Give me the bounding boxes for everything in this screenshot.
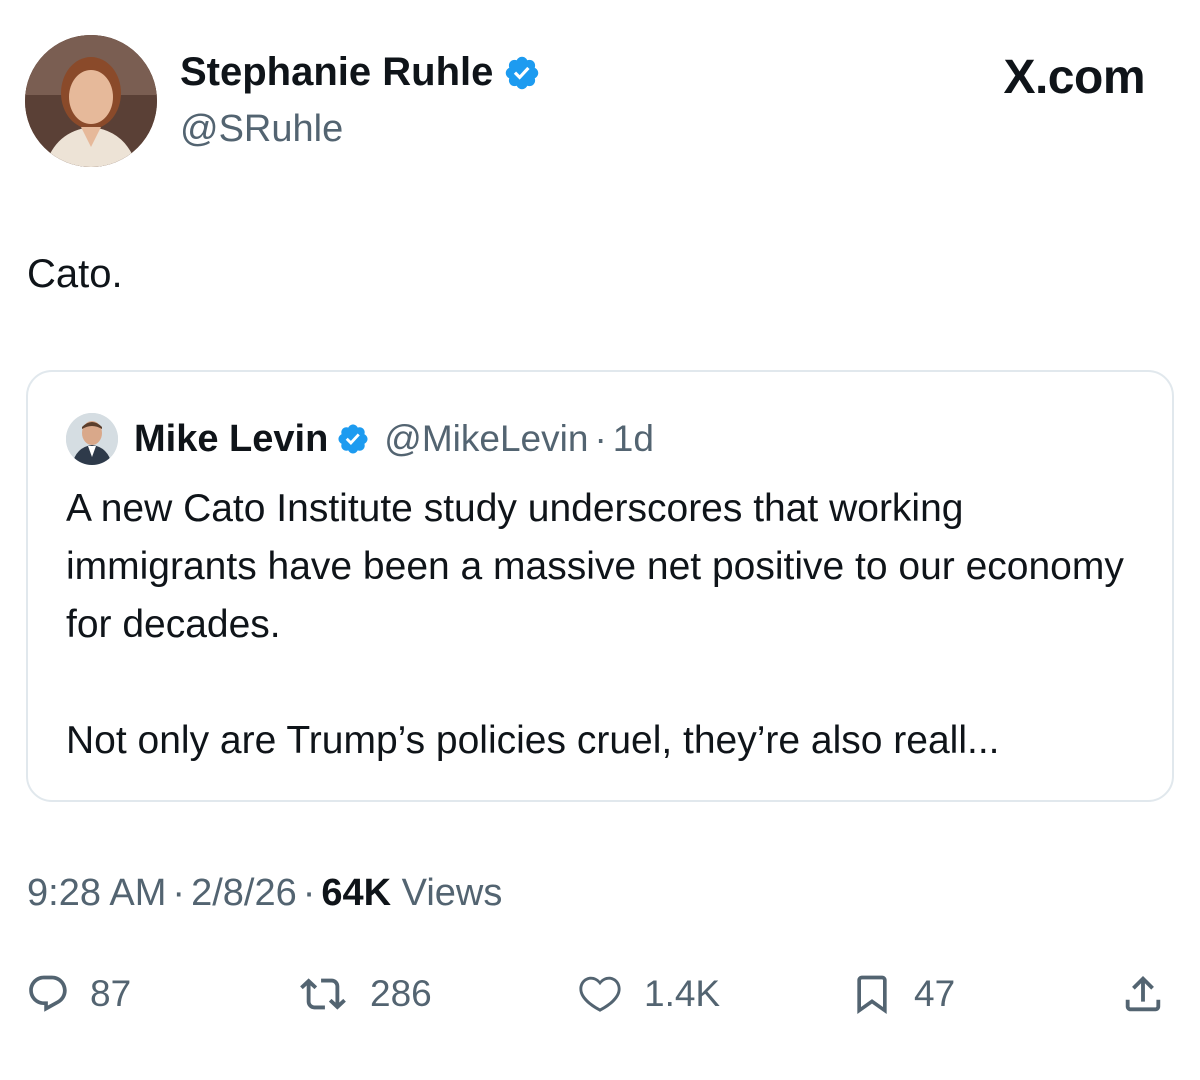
tweet-meta: 9:28 AM · 2/8/26 · 64K Views [27,872,502,915]
author-name-row[interactable]: Stephanie Ruhle [180,50,541,95]
repost-count: 286 [370,973,432,1014]
bookmark-icon [857,975,887,1015]
tweet-date[interactable]: 2/8/26 [191,872,297,914]
tweet-text: Cato. [27,252,123,296]
share-button[interactable] [1120,966,1166,1022]
quoted-tweet-header: Mike Levin @MikeLevin · 1d [66,412,654,466]
quoted-author-name[interactable]: Mike Levin [134,418,328,461]
repost-icon [300,978,346,1010]
views-count[interactable]: 64K [321,872,391,914]
share-icon [1125,975,1161,1012]
repost-button[interactable]: 286 [296,966,432,1022]
bookmark-count: 47 [914,973,956,1014]
views-label[interactable]: Views [402,872,503,914]
like-icon [579,976,621,1012]
author-name[interactable]: Stephanie Ruhle [180,50,493,95]
author-avatar[interactable] [25,35,157,167]
author-avatar-image [25,35,157,167]
reply-count: 87 [90,973,132,1014]
quoted-tweet-paragraph: A new Cato Institute study underscores t… [66,487,1124,646]
quoted-author-avatar[interactable] [66,413,118,465]
verified-badge-icon [338,424,368,454]
quoted-tweet-paragraph: Not only are Trump’s policies cruel, the… [66,719,1000,762]
tweet-time[interactable]: 9:28 AM [27,872,166,914]
reply-icon [29,975,67,1012]
quoted-author-handle[interactable]: @MikeLevin [384,418,588,460]
author-handle[interactable]: @SRuhle [180,108,343,151]
like-count: 1.4K [644,973,721,1014]
quoted-separator: · [594,418,607,459]
quoted-tweet-body: A new Cato Institute study underscores t… [66,480,1146,770]
like-button[interactable]: 1.4K [576,966,720,1022]
meta-separator: · [302,872,316,914]
brand-logo: X.com [1003,51,1145,104]
quoted-tweet-card[interactable]: Mike Levin @MikeLevin · 1d A new Cato In… [26,370,1174,802]
reply-button[interactable]: 87 [26,966,131,1022]
verified-badge-icon [506,56,539,89]
meta-separator: · [172,872,186,914]
bookmark-button[interactable]: 47 [850,966,955,1022]
quoted-author-avatar-image [66,413,118,465]
quoted-timestamp[interactable]: 1d [613,418,654,460]
